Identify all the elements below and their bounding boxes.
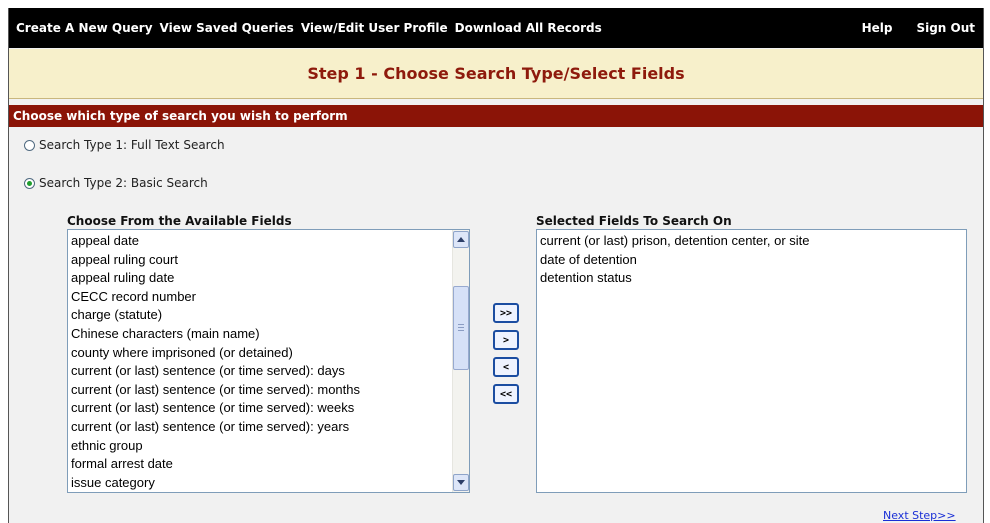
list-item[interactable]: current (or last) sentence (or time serv… [71,418,466,437]
add-all-button[interactable]: >> [493,303,519,323]
nav-create-query[interactable]: Create A New Query [16,21,153,35]
full-text-label: Search Type 1: Full Text Search [39,138,225,152]
section-title: Choose which type of search you wish to … [13,109,348,123]
available-fields-heading: Choose From the Available Fields [67,214,292,228]
step-title-bar: Step 1 - Choose Search Type/Select Field… [9,49,983,99]
list-item[interactable]: date of detention [540,251,963,270]
nav-download-all-records[interactable]: Download All Records [455,21,602,35]
list-item[interactable]: Chinese characters (main name) [71,325,466,344]
list-item[interactable]: formal arrest date [71,455,466,474]
remove-button[interactable]: < [493,357,519,377]
list-item[interactable]: ethnic group [71,437,466,456]
list-item[interactable]: current (or last) sentence (or time serv… [71,362,466,381]
add-button[interactable]: > [493,330,519,350]
scroll-up-button[interactable] [453,231,469,248]
page-frame: Create A New Query View Saved Queries Vi… [8,8,984,523]
scroll-down-button[interactable] [453,474,469,491]
basic-search-label: Search Type 2: Basic Search [39,176,208,190]
step-title: Step 1 - Choose Search Type/Select Field… [307,64,685,83]
search-type-basic-option[interactable]: Search Type 2: Basic Search [24,176,208,190]
available-list-scrollbar[interactable] [452,230,469,492]
next-step-link[interactable]: Next Step>> [883,509,956,522]
list-item[interactable]: charge (statute) [71,306,466,325]
list-item[interactable]: CECC record number [71,288,466,307]
selected-fields-list[interactable]: current (or last) prison, detention cent… [536,229,967,493]
list-item[interactable]: current (or last) prison, detention cent… [540,232,963,251]
nav-edit-user-profile[interactable]: View/Edit User Profile [301,21,448,35]
list-item[interactable]: appeal ruling court [71,251,466,270]
remove-all-button[interactable]: << [493,384,519,404]
nav-sign-out[interactable]: Sign Out [916,21,975,35]
scroll-thumb[interactable] [453,286,469,370]
full-text-radio[interactable] [24,139,35,151]
list-item[interactable]: current (or last) sentence (or time serv… [71,381,466,400]
list-item[interactable]: issue category [71,474,466,492]
selected-fields-heading: Selected Fields To Search On [536,214,732,228]
nav-help[interactable]: Help [862,21,893,35]
list-item[interactable]: county where imprisoned (or detained) [71,344,466,363]
search-type-full-text-option[interactable]: Search Type 1: Full Text Search [24,138,225,152]
list-item[interactable]: detention status [540,269,963,288]
list-item[interactable]: appeal date [71,232,466,251]
basic-search-radio[interactable] [24,177,35,189]
chevron-down-icon [457,480,465,485]
available-fields-list[interactable]: appeal date appeal ruling court appeal rul… [67,229,470,493]
section-header: Choose which type of search you wish to … [9,105,983,127]
nav-view-saved-queries[interactable]: View Saved Queries [160,21,294,35]
list-item[interactable]: current (or last) sentence (or time serv… [71,399,466,418]
top-navigation: Create A New Query View Saved Queries Vi… [9,8,983,48]
list-item[interactable]: appeal ruling date [71,269,466,288]
chevron-up-icon [457,237,465,242]
